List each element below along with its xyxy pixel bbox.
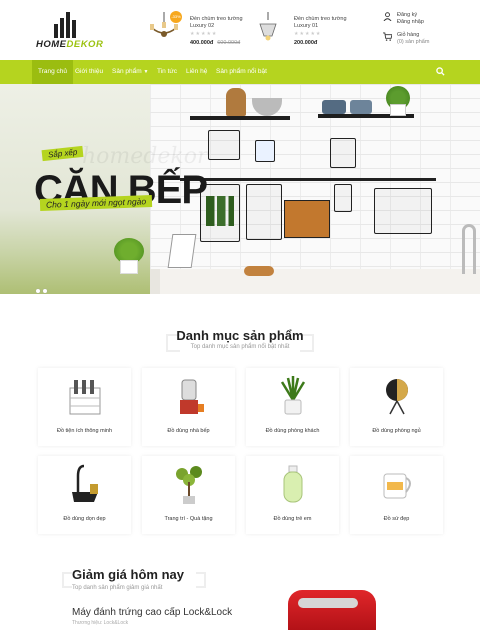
category-label: Đồ dùng phòng khách [265,428,320,434]
logo-mark [54,12,84,38]
rating-stars: ★★★★★ [294,31,322,37]
nav-item-products[interactable]: Sản phẩm ▼ [112,60,148,84]
knife-holder [334,184,352,212]
categories-subtitle: Top danh mục sản phẩm nổi bật nhất [190,344,290,350]
category-card-living[interactable]: Đồ dùng phòng khách [246,368,339,446]
plate-stack [322,100,346,114]
header-product-1[interactable]: -33% Đèn chùm treo tường Luxury 02 ★★★★★… [146,10,256,50]
pan-rack [246,184,282,240]
category-card-kitchen[interactable]: Đồ dùng nhà bếp [142,368,235,446]
steam-iron-icon [72,464,98,502]
rating-stars: ★★★★★ [190,31,218,37]
category-label: Đồ sứ đẹp [383,516,410,522]
juicer-icon [180,379,204,414]
category-card-bedroom[interactable]: Đồ dùng phòng ngủ [350,368,443,446]
category-card-ceramic[interactable]: Đồ sứ đẹp [350,456,443,534]
nav-item-products-label: Sản phẩm [112,68,142,75]
category-label: Đồ dùng phòng ngủ [372,428,421,434]
main-nav: Trang chủ Giới thiệu Sản phẩm ▼ Tin tức … [0,60,480,84]
deal-frame-left [62,572,72,588]
dish-rack-product-icon [69,380,101,415]
cart-link[interactable]: Giỏ hàng (0) sản phẩm [383,32,429,45]
category-label: Đồ tiện ích thông minh [56,428,113,434]
category-card-kids[interactable]: Đồ dùng trẻ em [246,456,339,534]
bread [244,266,274,276]
decor-tree-icon [176,466,202,504]
deals-title: Giảm giá hôm nay [72,567,184,582]
faucet [462,224,476,274]
slider-dot[interactable] [43,289,47,293]
pendant-lamp-icon [259,12,277,41]
logo-text: HOMEDEKOR [36,39,104,50]
category-card-decor[interactable]: Trang trí - Quà tặng [142,456,235,534]
account-links: Đăng ký Đăng nhập [383,12,424,25]
header: HOMEDEKOR -33% Đèn chùm treo tường Luxur… [0,0,480,60]
product-price: 200.000đ [294,40,318,46]
category-label: Trang trí - Quà tặng [164,516,213,522]
header-product-2[interactable]: Đèn chùm treo tường Luxury 01 ★★★★★ 200.… [250,10,360,50]
bottles [206,196,234,226]
dish-rack [374,188,432,234]
nav-item-featured[interactable]: Sản phẩm nổi bật [216,60,267,84]
category-label: Đồ dùng nhà bếp [167,428,210,434]
deals-subtitle: Top danh sản phẩm giảm giá nhất [72,585,163,591]
nav-item-contact[interactable]: Liên hệ [186,60,207,84]
cookbook-stand [167,234,197,268]
table-lamp-icon [386,379,408,415]
slider-dot[interactable] [36,289,40,293]
nav-item-home[interactable]: Trang chủ [32,60,74,84]
small-plant-pot [120,260,138,274]
deal-product-brand: Thương hiệu: Lock&Lock [72,620,129,626]
logo[interactable]: HOMEDEKOR [36,12,104,52]
deal-product-name[interactable]: Máy đánh trứng cao cấp Lock&Lock [72,607,232,618]
cutting-board [226,88,246,116]
hero-watermark: homedekor [82,144,208,169]
category-card-smart[interactable]: Đồ tiện ích thông minh [38,368,131,446]
potted-plant-icon [280,376,306,415]
categories-title: Danh mục sản phẩm [176,328,304,343]
utensil-holder [330,138,356,168]
mug-icon [383,473,411,499]
hero-banner[interactable]: homedekor Sắp xếp CĂN BẾP Cho 1 ngày mới… [0,84,480,294]
discount-badge: -33% [170,11,182,23]
user-icon [383,12,392,21]
knife-block [284,200,330,238]
spice-rack [208,130,240,160]
wall-rail [180,178,436,181]
plant-pot [390,104,406,116]
product-price: 400.000đ 600.000đ [190,40,241,46]
category-label: Đồ dùng dọn dẹp [63,516,106,522]
plate-stack-2 [350,100,372,114]
nav-item-about[interactable]: Giới thiệu [75,60,103,84]
baby-bottle-icon [283,465,303,503]
cart-count: (0) sản phẩm [397,38,430,45]
cart-icon [383,32,392,41]
oven-mitt [255,140,275,162]
upper-shelf [190,116,290,120]
nav-item-news[interactable]: Tin tức [157,60,177,84]
chevron-down-icon: ▼ [143,69,149,75]
category-card-cleaning[interactable]: Đồ dùng dọn dẹp [38,456,131,534]
deal-frame-right [196,572,206,588]
category-label: Đồ dùng trẻ em [273,516,312,522]
product-name[interactable]: Đèn chùm treo tường Luxury 01 [294,16,364,30]
slider-dots [36,280,50,294]
login-link[interactable]: Đăng nhập [397,19,424,26]
search-icon[interactable] [436,67,445,76]
stand-mixer-image[interactable] [288,590,376,630]
